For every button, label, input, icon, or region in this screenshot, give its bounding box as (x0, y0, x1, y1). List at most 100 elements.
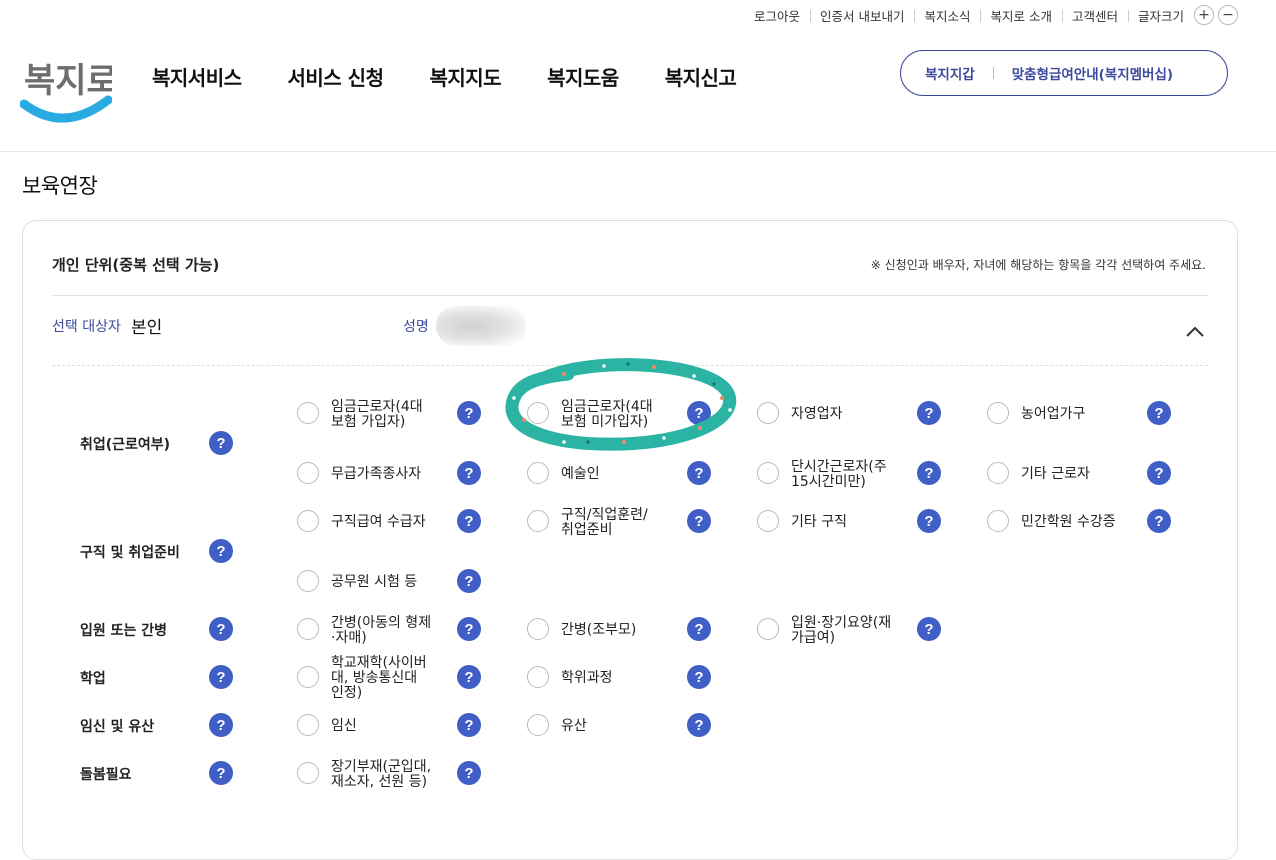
option-label: 15시간미만) (791, 474, 866, 490)
radio-sibling-care[interactable] (297, 618, 319, 640)
help-icon[interactable]: ? (917, 509, 941, 533)
radio-insured-employee[interactable] (297, 402, 319, 424)
option-label: 보험 미가입자) (561, 414, 649, 430)
option-label: 임신 (331, 718, 357, 734)
radio-uninsured-employee[interactable] (527, 402, 549, 424)
nav-welfare-map[interactable]: 복지지도 (429, 62, 501, 91)
help-icon-employment[interactable]: ? (209, 431, 233, 455)
custom-benefit-guide-link[interactable]: 맞춤형급여안내(복지멤버십) (1012, 63, 1173, 83)
radio-artist[interactable] (527, 462, 549, 484)
radio-job-training[interactable] (527, 510, 549, 532)
option-label: 단시간근로자(주 (791, 459, 887, 475)
radio-long-absence[interactable] (297, 762, 319, 784)
site-logo[interactable]: 복지로 (19, 48, 118, 130)
row-label-hospital-care: 입원 또는 간병 (80, 623, 168, 639)
name-value-blurred (436, 306, 526, 346)
option-label: 학교재학(사이버 (331, 655, 427, 671)
help-icon[interactable]: ? (457, 509, 481, 533)
option-label: 간병(조부모) (561, 622, 637, 638)
help-icon[interactable]: ? (917, 401, 941, 425)
help-icon[interactable]: ? (687, 461, 711, 485)
radio-part-time-worker[interactable] (757, 462, 779, 484)
export-certificate-link[interactable]: 인증서 내보내기 (809, 6, 914, 25)
nav-welfare-help[interactable]: 복지도움 (547, 62, 619, 91)
radio-grandparent-care[interactable] (527, 618, 549, 640)
collapse-chevron-up-icon[interactable] (1185, 322, 1205, 342)
option-label: 구직/직업훈련/ (561, 507, 648, 523)
nav-welfare-report[interactable]: 복지신고 (665, 62, 737, 91)
logo-text: 복지로 (24, 61, 112, 101)
help-icon[interactable]: ? (687, 509, 711, 533)
header-divider (0, 151, 1276, 152)
option-label: 대, 방송통신대 (331, 670, 418, 686)
radio-private-academy[interactable] (987, 510, 1009, 532)
page-title: 보육연장 (22, 174, 98, 198)
radio-unpaid-family-worker[interactable] (297, 462, 319, 484)
help-icon[interactable]: ? (687, 713, 711, 737)
nav-service-application[interactable]: 서비스 신청 (288, 62, 384, 91)
radio-self-employed[interactable] (757, 402, 779, 424)
row-label-study: 학업 (80, 671, 106, 687)
help-icon[interactable]: ? (1147, 461, 1171, 485)
help-icon[interactable]: ? (1147, 401, 1171, 425)
help-icon-pregnancy[interactable]: ? (209, 713, 233, 737)
help-icon-care-needed[interactable]: ? (209, 761, 233, 785)
radio-farming-household[interactable] (987, 402, 1009, 424)
option-label: 구직급여 수급자 (331, 514, 426, 530)
radio-other-worker[interactable] (987, 462, 1009, 484)
help-icon[interactable]: ? (457, 761, 481, 785)
help-icon[interactable]: ? (1147, 509, 1171, 533)
option-label: 예술인 (561, 466, 600, 482)
pill-divider (992, 67, 994, 79)
help-icon[interactable]: ? (687, 665, 711, 689)
option-label: 장기부재(군입대, (331, 759, 432, 775)
option-label: 기타 구직 (791, 514, 847, 530)
nav-welfare-services[interactable]: 복지서비스 (152, 62, 242, 91)
form-card (22, 220, 1238, 860)
radio-civil-service-exam[interactable] (297, 570, 319, 592)
row-label-care-needed: 돌봄필요 (80, 767, 132, 783)
option-label: 학위과정 (561, 670, 613, 686)
radio-hospitalization-long-term-care[interactable] (757, 618, 779, 640)
option-label: 입원·장기요양(재 (791, 615, 892, 631)
help-icon[interactable]: ? (917, 461, 941, 485)
radio-pregnancy[interactable] (297, 714, 319, 736)
font-size-increase-button[interactable]: + (1194, 5, 1214, 25)
help-icon-hospital-care[interactable]: ? (209, 617, 233, 641)
welfare-wallet-link[interactable]: 복지지갑 (901, 63, 975, 83)
help-icon[interactable]: ? (687, 617, 711, 641)
about-link[interactable]: 복지로 소개 (980, 6, 1061, 25)
target-person-label: 선택 대상자 (52, 319, 121, 335)
help-icon[interactable]: ? (687, 401, 711, 425)
help-icon[interactable]: ? (457, 617, 481, 641)
help-icon[interactable]: ? (457, 665, 481, 689)
radio-miscarriage[interactable] (527, 714, 549, 736)
main-navigation: 복지서비스 서비스 신청 복지지도 복지도움 복지신고 (152, 62, 782, 91)
option-label: 취업준비 (561, 522, 613, 538)
logo-image: 복지로 (19, 61, 118, 123)
row-label-pregnancy: 임신 및 유산 (80, 719, 155, 735)
help-icon[interactable]: ? (457, 713, 481, 737)
radio-degree-program[interactable] (527, 666, 549, 688)
font-size-decrease-button[interactable]: − (1218, 5, 1238, 25)
radio-school-enrollment[interactable] (297, 666, 319, 688)
help-icon[interactable]: ? (917, 617, 941, 641)
help-icon-job-seeking[interactable]: ? (209, 539, 233, 563)
logout-link[interactable]: 로그아웃 (744, 6, 810, 25)
news-link[interactable]: 복지소식 (914, 6, 980, 25)
help-icon[interactable]: ? (457, 461, 481, 485)
option-label: 보험 가입자) (331, 414, 406, 430)
section-title: 개인 단위(중복 선택 가능) (52, 256, 220, 274)
name-label: 성명 (403, 319, 429, 335)
option-label: 임금근로자(4대 (561, 399, 653, 415)
help-icon[interactable]: ? (457, 401, 481, 425)
quick-links-pill: 복지지갑 맞춤형급여안내(복지멤버십) (900, 50, 1228, 96)
option-label: 자영업자 (791, 406, 843, 422)
customer-center-link[interactable]: 고객센터 (1061, 6, 1128, 25)
help-icon[interactable]: ? (457, 569, 481, 593)
radio-other-job-seeking[interactable] (757, 510, 779, 532)
radio-unemployment-benefit[interactable] (297, 510, 319, 532)
help-icon-study[interactable]: ? (209, 665, 233, 689)
row-label-job-seeking: 구직 및 취업준비 (80, 545, 180, 561)
selection-notice: ※ 신청인과 배우자, 자녀에 해당하는 항목을 각각 선택하여 주세요. (870, 258, 1206, 272)
